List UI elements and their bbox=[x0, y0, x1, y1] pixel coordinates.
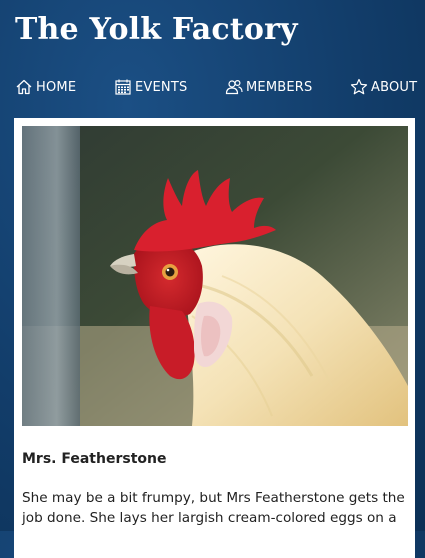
main-nav: HOME EVENTS MEMBERS ABOUT bbox=[0, 74, 425, 100]
site-title: The Yolk Factory bbox=[15, 12, 298, 47]
hen-photo bbox=[22, 126, 408, 426]
hen-name: Mrs. Featherstone bbox=[22, 451, 167, 467]
nav-item-home-label: HOME bbox=[36, 79, 77, 95]
nav-item-members-label: MEMBERS bbox=[246, 79, 313, 95]
nav-item-about[interactable]: ABOUT bbox=[350, 74, 417, 100]
nav-item-home[interactable]: HOME bbox=[15, 74, 76, 100]
hen-card: Mrs. Featherstone She may be a bit frump… bbox=[14, 118, 415, 558]
nav-item-about-label: ABOUT bbox=[371, 79, 418, 95]
nav-item-events[interactable]: EVENTS bbox=[114, 74, 187, 100]
star-icon bbox=[350, 78, 368, 96]
calendar-icon bbox=[114, 78, 132, 96]
users-icon bbox=[225, 78, 243, 96]
home-icon bbox=[15, 78, 33, 96]
nav-item-events-label: EVENTS bbox=[135, 79, 188, 95]
nav-item-members[interactable]: MEMBERS bbox=[225, 74, 312, 100]
hen-description: She may be a bit frumpy, but Mrs Feather… bbox=[22, 490, 405, 526]
